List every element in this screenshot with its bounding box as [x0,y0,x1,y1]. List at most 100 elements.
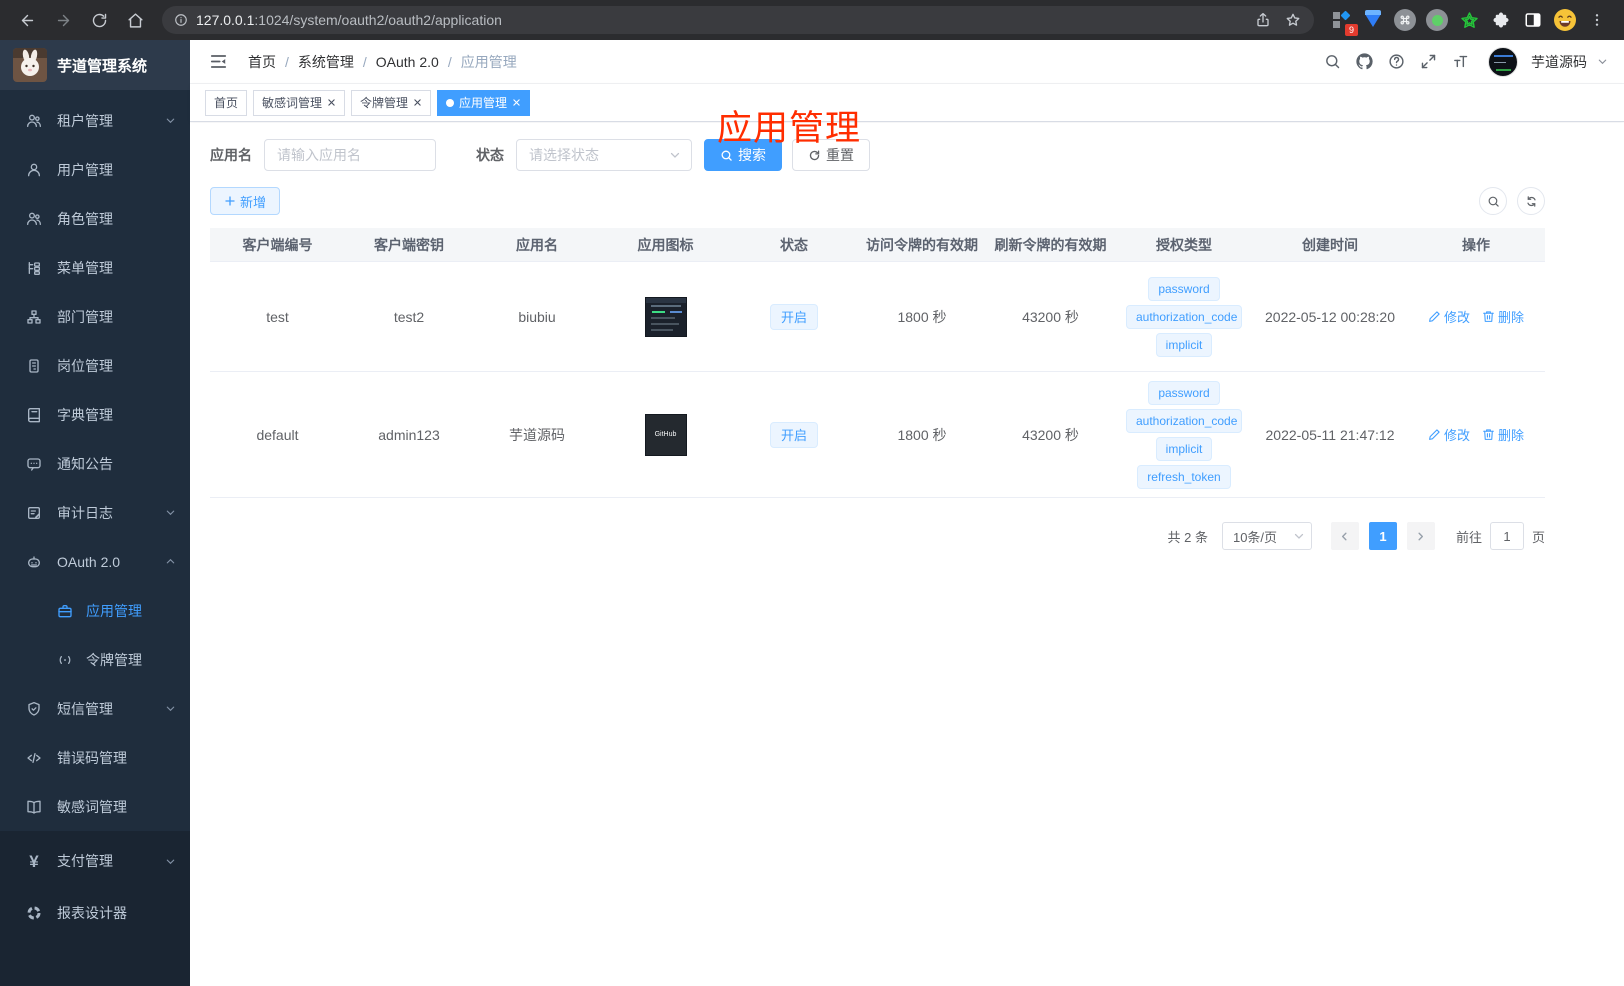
help-icon[interactable] [1382,48,1410,76]
app-icon-image: GitHub [644,413,687,456]
goto-page: 前往 页 [1456,522,1545,550]
sidebar-collapse-icon[interactable] [206,50,230,74]
browser-home-button[interactable] [118,5,152,35]
sidebar-menu: 租户管理 用户管理 角色管理 菜单管理 部门管理 岗位管理 字典管理 通知公告 … [0,90,190,831]
user-avatar[interactable] [1488,46,1518,77]
sidebar-item-menu[interactable]: 菜单管理 [0,243,190,292]
sidebar-item-report-designer[interactable]: 报表设计器 [0,887,190,939]
bookmark-star-icon[interactable] [1278,7,1308,33]
breadcrumb-system[interactable]: 系统管理 [298,52,354,72]
browser-toolbar: 127.0.0.1:1024/system/oauth2/oauth2/appl… [0,0,1624,40]
next-page-button[interactable] [1406,522,1435,550]
extension-icon-star[interactable] [1456,7,1482,33]
sidebar-item-audit-log[interactable]: 审计日志 [0,488,190,537]
tab-token[interactable]: 令牌管理 [351,89,432,116]
side-panel-icon[interactable] [1520,7,1546,33]
briefcase-icon [56,602,74,620]
breadcrumb-home[interactable]: 首页 [248,52,276,72]
header-actions: 芋道源码 [1318,46,1608,77]
total-count: 共 2 条 [1167,529,1208,545]
extension-tray: 9 [1324,7,1614,36]
sidebar-item-tenant[interactable]: 租户管理 [0,96,190,145]
tags-view-bar: 首页 敏感词管理 令牌管理 应用管理 [190,84,1624,122]
status-badge: 开启 [769,421,818,448]
site-info-icon[interactable] [174,13,188,27]
sidebar-item-post[interactable]: 岗位管理 [0,341,190,390]
page-number-button[interactable]: 1 [1368,522,1397,550]
browser-forward-button[interactable] [46,5,80,35]
dictionary-icon [25,406,43,424]
sidebar-item-notice[interactable]: 通知公告 [0,439,190,488]
fullscreen-icon[interactable] [1414,48,1442,76]
grant-types: password authorization_code implicit ref… [1115,379,1253,491]
tab-application[interactable]: 应用管理 [437,89,531,116]
badge-icon [25,357,43,375]
menu-tree-icon [25,259,43,277]
edit-button[interactable]: 修改 [1428,307,1470,326]
extension-icon-gem[interactable] [1360,7,1386,33]
app-logo-bar[interactable]: 芋道管理系统 [0,40,190,90]
app-name-input[interactable] [264,139,436,171]
chevron-down-icon[interactable] [1597,56,1608,67]
status-label: 状态 [476,147,504,163]
sidebar-item-oauth-token[interactable]: 令牌管理 [0,635,190,684]
sidebar-item-oauth-application[interactable]: 应用管理 [0,586,190,635]
sidebar-item-dict[interactable]: 字典管理 [0,390,190,439]
extension-icon-grid[interactable]: 9 [1328,7,1358,36]
org-chart-icon [25,308,43,326]
shield-check-icon [25,700,43,718]
github-icon[interactable] [1350,48,1378,76]
sidebar-item-sensitive-word[interactable]: 敏感词管理 [0,782,190,831]
url-text: 127.0.0.1:1024/system/oauth2/oauth2/appl… [196,12,502,28]
address-bar[interactable]: 127.0.0.1:1024/system/oauth2/oauth2/appl… [162,6,1314,34]
add-button[interactable]: 新增 [210,187,281,215]
refresh-icon[interactable] [1517,187,1545,215]
page-content: 应用名 状态 请选择状态 搜索 重置 新增 客户端编号 [190,123,1624,986]
extension-icon-command[interactable] [1392,7,1418,33]
search-icon[interactable] [1318,48,1346,76]
sidebar-item-oauth[interactable]: OAuth 2.0 [0,537,190,586]
breadcrumb-oauth[interactable]: OAuth 2.0 [376,54,439,70]
profile-emoji-avatar[interactable] [1552,7,1578,33]
delete-button[interactable]: 删除 [1482,307,1524,326]
edit-button[interactable]: 修改 [1428,425,1470,444]
segmented-circle-icon [25,904,43,922]
close-icon[interactable] [512,98,521,107]
signal-icon [56,651,74,669]
user-name[interactable]: 芋道源码 [1531,52,1587,72]
tab-home[interactable]: 首页 [205,89,248,116]
prev-page-button[interactable] [1330,522,1359,550]
breadcrumb: 首页 / 系统管理 / OAuth 2.0 / 应用管理 [248,52,517,72]
code-icon [25,749,43,767]
status-select[interactable]: 请选择状态 [516,139,692,171]
sidebar-item-user[interactable]: 用户管理 [0,145,190,194]
sidebar-item-payment[interactable]: ¥ 支付管理 [0,835,190,887]
toggle-search-icon[interactable] [1479,187,1507,215]
close-icon[interactable] [413,98,422,107]
table-row[interactable]: test test2 biubiu 开启 1800 秒 43200 秒 pass… [210,262,1545,372]
close-icon[interactable] [327,98,336,107]
share-icon[interactable] [1248,7,1278,33]
tab-sensitive-word[interactable]: 敏感词管理 [253,89,346,116]
sidebar-item-sms[interactable]: 短信管理 [0,684,190,733]
application-window: 127.0.0.1:1024/system/oauth2/oauth2/appl… [0,0,1624,986]
delete-button[interactable]: 删除 [1482,425,1524,444]
chevron-down-icon [165,856,176,867]
sidebar-item-errcode[interactable]: 错误码管理 [0,733,190,782]
browser-menu-icon[interactable] [1584,7,1610,33]
app-title: 芋道管理系统 [57,57,148,75]
table-row[interactable]: default admin123 芋道源码 GitHub 开启 1800 秒 4… [210,372,1545,498]
chevron-down-icon [669,149,681,161]
extension-icon-record[interactable] [1424,7,1450,33]
sidebar-item-dept[interactable]: 部门管理 [0,292,190,341]
yen-icon: ¥ [29,851,39,871]
extensions-puzzle-icon[interactable] [1488,7,1514,33]
browser-reload-button[interactable] [82,5,116,35]
font-size-icon[interactable] [1446,48,1474,76]
goto-page-input[interactable] [1489,522,1524,550]
filter-form: 应用名 状态 请选择状态 搜索 重置 [210,139,1624,171]
status-badge: 开启 [769,303,818,330]
page-size-select[interactable]: 10条/页 [1221,522,1312,550]
browser-back-button[interactable] [10,5,44,35]
sidebar-item-role[interactable]: 角色管理 [0,194,190,243]
